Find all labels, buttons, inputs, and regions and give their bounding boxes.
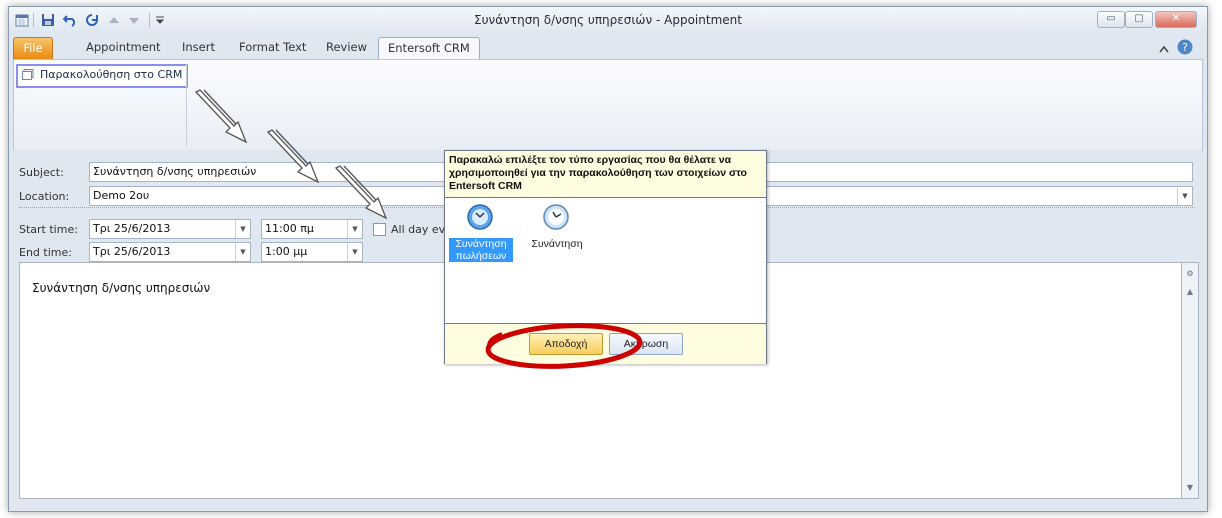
task-type-sales-meeting[interactable]: Συνάντηση πωλήσεων (449, 202, 513, 268)
end-time-dropdown-icon[interactable]: ▼ (347, 243, 362, 261)
start-time-value: 11:00 πμ (265, 222, 314, 235)
end-date-value: Τρι 25/6/2013 (93, 245, 171, 258)
scroll-up-icon[interactable]: ▲ (1183, 285, 1197, 299)
ribbon-tab-bar: File Appointment Insert Format Text Revi… (9, 33, 1207, 60)
track-in-crm-label: Παρακολούθηση στο CRM (40, 68, 183, 81)
body-text: Συνάντηση δ/νσης υπηρεσιών (32, 281, 211, 295)
start-date-picker[interactable]: Τρι 25/6/2013 ▼ (89, 219, 251, 239)
end-date-picker[interactable]: Τρι 25/6/2013 ▼ (89, 242, 251, 262)
task-type-list[interactable]: Συνάντηση πωλήσεων Συνάντηση (445, 198, 766, 322)
subject-label: Subject: (19, 166, 64, 179)
close-button[interactable]: ✕ (1155, 11, 1197, 28)
task-type-label: Συνάντηση (531, 238, 583, 250)
help-icon[interactable]: ? (1177, 39, 1193, 55)
scroll-down-icon[interactable]: ▼ (1183, 481, 1197, 495)
tab-entersoft-crm[interactable]: Entersoft CRM (378, 37, 480, 59)
window-title: Συνάντηση δ/νσης υπηρεσιών - Appointment (474, 13, 742, 27)
location-dropdown-arrow-icon[interactable]: ▼ (1177, 187, 1192, 205)
end-time-value: 1:00 μμ (265, 245, 308, 258)
crm-document-icon (22, 69, 34, 80)
end-time-label: End time: (19, 246, 72, 259)
tab-appointment[interactable]: Appointment (77, 37, 170, 58)
location-label: Location: (19, 190, 70, 203)
scroll-tools-icon[interactable]: ⚙ (1183, 267, 1197, 281)
tab-file[interactable]: File (13, 37, 53, 60)
restore-button[interactable]: ▢ (1125, 11, 1153, 28)
highlight-ellipse (485, 323, 643, 369)
pointer-arrow-icon (266, 129, 320, 184)
task-type-label: Συνάντηση πωλήσεων (449, 238, 513, 262)
task-type-meeting[interactable]: Συνάντηση (525, 202, 589, 268)
dialog-header: Παρακαλώ επιλέξτε τον τύπο εργασίας που … (445, 151, 766, 198)
minimize-button[interactable]: ▭ (1097, 11, 1125, 28)
location-value: Demo 2ου (93, 189, 150, 202)
collapse-ribbon-icon[interactable] (1159, 45, 1169, 53)
dialog-prompt: Παρακαλώ επιλέξτε τον τύπο εργασίας που … (449, 154, 747, 192)
start-time-label: Start time: (19, 223, 78, 236)
svg-text:?: ? (1182, 41, 1188, 54)
start-date-value: Τρι 25/6/2013 (93, 222, 171, 235)
tab-review[interactable]: Review (317, 37, 376, 58)
end-time-picker[interactable]: 1:00 μμ ▼ (261, 242, 363, 262)
ribbon-group-separator (186, 64, 187, 146)
all-day-event-label: All day eve (391, 223, 452, 236)
tab-format-text[interactable]: Format Text (230, 37, 315, 58)
body-scrollbar[interactable]: ⚙ ▲ ▼ (1181, 262, 1199, 499)
clock-icon (467, 204, 493, 230)
start-date-dropdown-icon[interactable]: ▼ (235, 220, 250, 238)
subject-value: Συνάντηση δ/νσης υπηρεσιών (93, 165, 257, 178)
clock-icon (543, 204, 569, 230)
track-in-crm-button[interactable]: Παρακολούθηση στο CRM (16, 64, 188, 88)
title-bar: Συνάντηση δ/νσης υπηρεσιών - Appointment… (9, 7, 1207, 33)
end-date-dropdown-icon[interactable]: ▼ (235, 243, 250, 261)
pointer-arrow-icon (334, 165, 388, 220)
tab-insert[interactable]: Insert (173, 37, 224, 58)
pointer-arrow-icon (194, 89, 248, 144)
